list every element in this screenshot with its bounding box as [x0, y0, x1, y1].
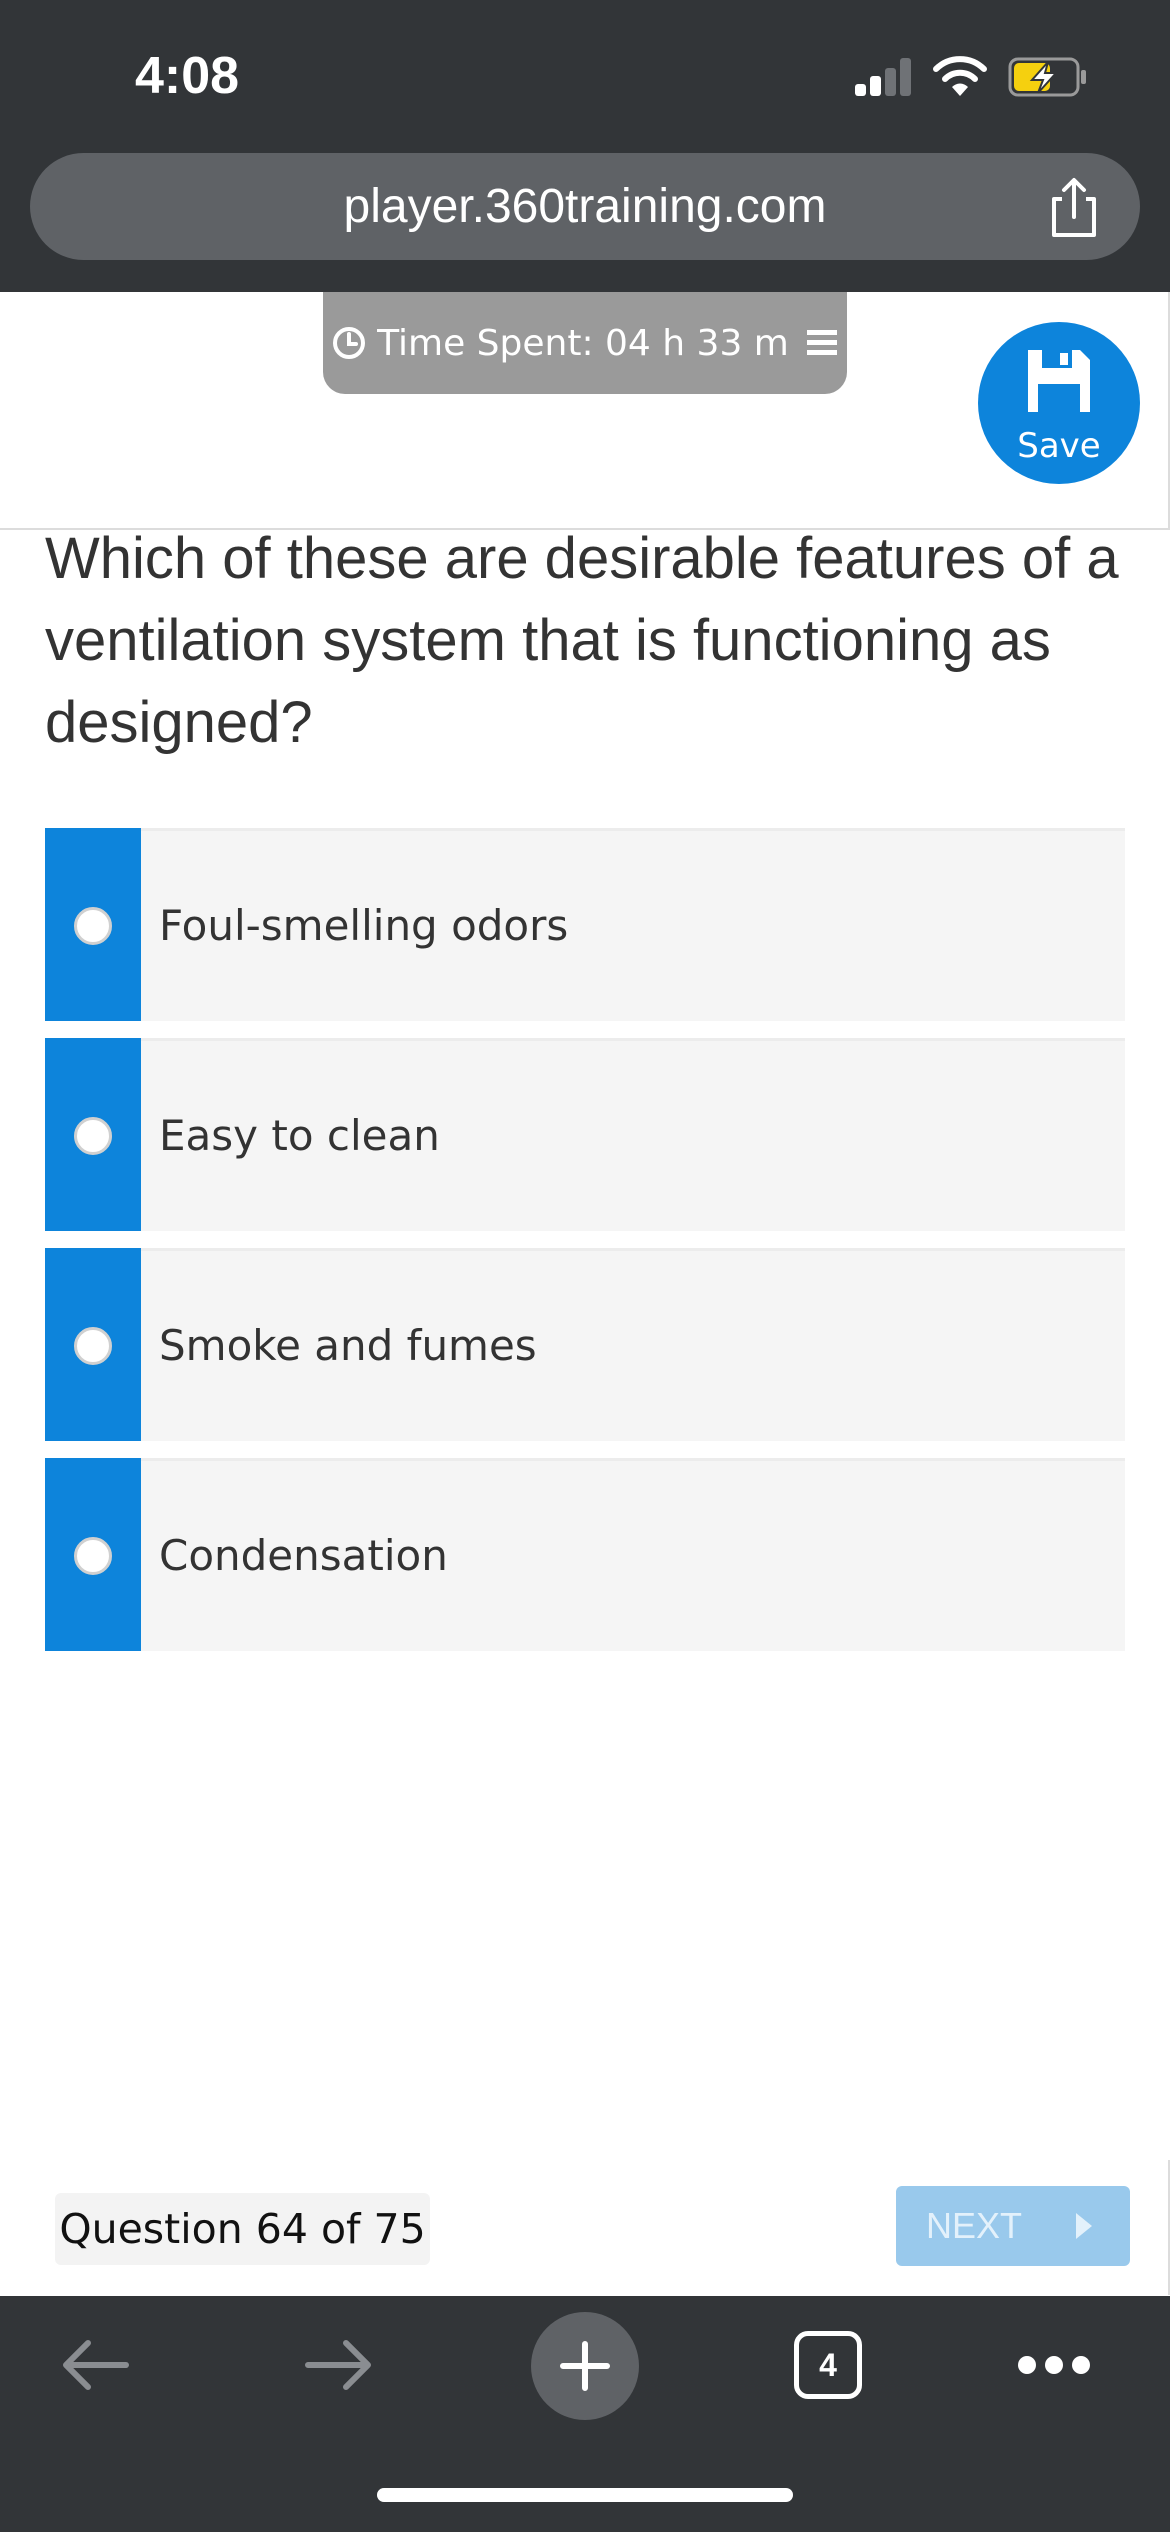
option-label: Condensation — [159, 1531, 448, 1580]
save-label: Save — [1017, 426, 1101, 466]
next-label: NEXT — [926, 2205, 1023, 2246]
battery-charging-icon — [1008, 57, 1086, 97]
floppy-disk-icon — [1028, 350, 1090, 412]
answer-option[interactable]: Easy to clean — [45, 1038, 1125, 1231]
question-counter: Question 64 of 75 — [55, 2193, 430, 2265]
answer-option[interactable]: Foul-smelling odors — [45, 828, 1125, 1021]
radio-button[interactable] — [74, 1327, 112, 1365]
arrow-left-icon[interactable] — [58, 2332, 132, 2398]
cellular-signal-icon — [855, 58, 913, 96]
more-dots-icon[interactable] — [1014, 2354, 1094, 2378]
share-icon[interactable] — [1046, 177, 1102, 239]
arrow-right-icon[interactable] — [302, 2332, 376, 2398]
option-label: Smoke and fumes — [159, 1321, 537, 1370]
option-label: Foul-smelling odors — [159, 901, 569, 950]
plus-icon — [560, 2341, 610, 2391]
home-indicator — [377, 2488, 793, 2502]
time-spent-text: Time Spent: 04 h 33 m — [377, 322, 789, 364]
tabs-icon[interactable]: 4 — [794, 2331, 862, 2399]
course-header: Time Spent: 04 h 33 m Save — [0, 292, 1170, 530]
radio-button[interactable] — [74, 907, 112, 945]
radio-button[interactable] — [74, 1117, 112, 1155]
new-tab-button[interactable] — [531, 2312, 639, 2420]
address-bar[interactable]: player.360training.com — [30, 153, 1140, 260]
url-text: player.360training.com — [343, 180, 827, 233]
clock-icon — [333, 327, 366, 359]
next-button[interactable]: NEXT — [896, 2186, 1130, 2266]
browser-top-bar: 4:08 player.360training.com — [0, 0, 1170, 292]
option-label: Easy to clean — [159, 1111, 440, 1160]
radio-button[interactable] — [74, 1537, 112, 1575]
save-button[interactable]: Save — [978, 322, 1140, 484]
wifi-icon — [933, 56, 987, 96]
browser-bottom-toolbar: 4 — [0, 2296, 1170, 2532]
time-spent-pill[interactable]: Time Spent: 04 h 33 m — [323, 292, 847, 394]
status-time: 4:08 — [135, 47, 240, 105]
answer-option[interactable]: Condensation — [45, 1458, 1125, 1651]
answer-option[interactable]: Smoke and fumes — [45, 1248, 1125, 1441]
hamburger-menu-icon[interactable] — [805, 326, 839, 360]
question-text: Which of these are desirable features of… — [45, 526, 1119, 755]
answer-options: Foul-smelling odors Easy to clean Smoke … — [45, 828, 1125, 1668]
play-arrow-icon — [1076, 2213, 1092, 2239]
